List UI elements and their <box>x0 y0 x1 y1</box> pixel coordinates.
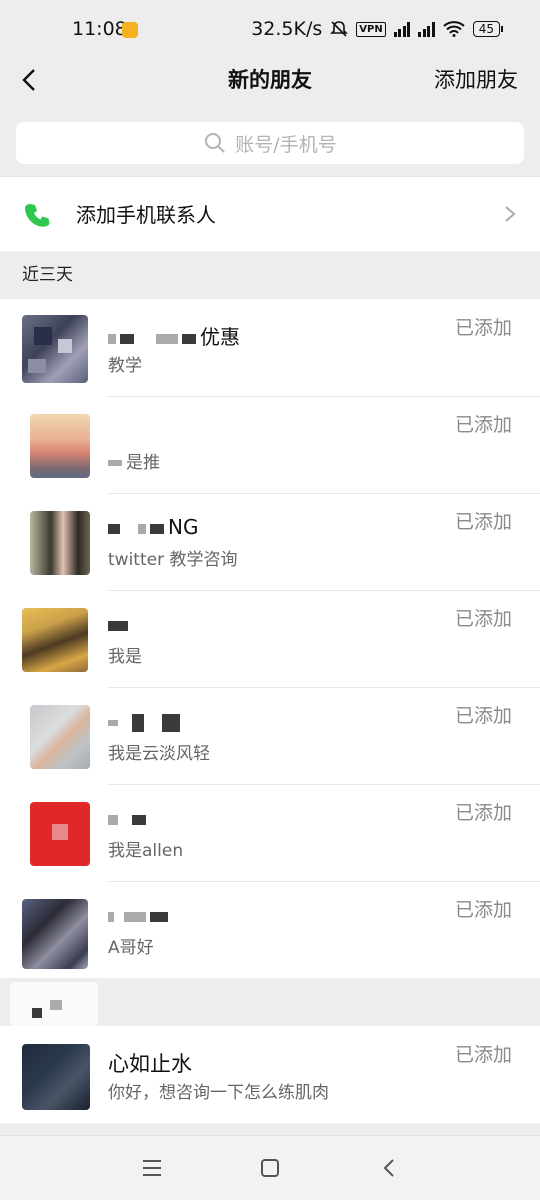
avatar <box>22 315 88 383</box>
phone-icon <box>25 204 50 227</box>
avatar <box>22 899 88 969</box>
added-status: 已添加 <box>454 899 512 921</box>
friend-name <box>108 612 132 636</box>
added-status: 已添加 <box>454 414 512 436</box>
status-icons: 32.5K/s VPN 45 <box>251 18 504 40</box>
friend-row[interactable]: 我是 已添加 <box>0 590 540 687</box>
search-icon <box>205 133 226 153</box>
added-status: 已添加 <box>454 1044 512 1066</box>
search-container: 账号/手机号 <box>0 102 540 176</box>
wifi-icon <box>443 21 465 37</box>
chevron-right-icon <box>505 206 516 222</box>
search-input[interactable]: 账号/手机号 <box>16 122 524 164</box>
menu-icon[interactable] <box>142 1158 162 1178</box>
notification-app-icon <box>122 22 138 38</box>
avatar <box>22 608 88 672</box>
vpn-badge: VPN <box>356 21 386 37</box>
signal-icon-2 <box>418 21 435 37</box>
added-status: 已添加 <box>454 511 512 533</box>
back-icon[interactable] <box>380 1158 400 1178</box>
friend-list: 优惠 教学 已添加 是推 已添加 NG twitter 教学咨询 已添加 我是 … <box>0 299 540 978</box>
status-time: 11:08 <box>72 18 127 40</box>
avatar <box>30 802 90 866</box>
friend-name: NG <box>108 515 198 539</box>
nav-bar: 新的朋友 添加朋友 <box>0 58 540 102</box>
add-friend-button[interactable]: 添加朋友 <box>434 64 518 94</box>
friend-row[interactable]: 是推 已添加 <box>0 396 540 493</box>
added-status: 已添加 <box>454 802 512 824</box>
friend-name: 心如止水 <box>108 1052 192 1076</box>
battery-icon: 45 <box>472 21 504 37</box>
avatar <box>22 1044 90 1110</box>
friend-list-earlier: 心如止水 你好，想咨询一下怎么练肌肉 已添加 <box>0 1026 540 1123</box>
avatar <box>30 705 90 769</box>
signal-icon-1 <box>393 21 411 37</box>
friend-name <box>108 903 172 927</box>
system-nav-bar <box>0 1135 540 1200</box>
friend-note: twitter 教学咨询 <box>108 550 238 570</box>
friend-note: 是推 <box>108 448 160 473</box>
mute-bell-icon <box>330 21 349 37</box>
home-icon[interactable] <box>260 1158 280 1178</box>
friend-row[interactable]: 我是云淡风轻 已添加 <box>0 687 540 784</box>
friend-row[interactable]: A哥好 已添加 <box>0 881 540 978</box>
avatar <box>30 414 90 478</box>
added-status: 已添加 <box>454 705 512 727</box>
avatar <box>30 511 90 575</box>
section-header-recent: 近三天 <box>22 265 73 285</box>
friend-row[interactable]: 我是allen 已添加 <box>0 784 540 881</box>
friend-note: 我是 <box>108 647 142 667</box>
added-status: 已添加 <box>454 317 512 339</box>
friend-row[interactable]: 优惠 教学 已添加 <box>0 299 540 396</box>
friend-row[interactable]: 心如止水 你好，想咨询一下怎么练肌肉 已添加 <box>0 1026 540 1123</box>
friend-name <box>108 806 150 830</box>
friend-note: 教学 <box>108 356 142 376</box>
friend-name: 优惠 <box>108 321 240 350</box>
section-header-earlier <box>0 978 540 1026</box>
friend-note: A哥好 <box>108 938 154 958</box>
added-status: 已添加 <box>454 608 512 630</box>
search-placeholder: 账号/手机号 <box>235 133 337 156</box>
friend-name <box>108 709 184 733</box>
friend-note: 我是云淡风轻 <box>108 744 210 764</box>
status-bar: 11:08 32.5K/s VPN 45 <box>0 0 540 58</box>
add-phone-contacts-row[interactable]: 添加手机联系人 <box>0 176 540 251</box>
friend-row[interactable]: NG twitter 教学咨询 已添加 <box>0 493 540 590</box>
add-phone-contacts-label: 添加手机联系人 <box>76 203 216 227</box>
friend-note: 你好，想咨询一下怎么练肌肉 <box>108 1083 329 1103</box>
network-speed: 32.5K/s <box>251 18 323 40</box>
friend-note: 我是allen <box>108 841 184 861</box>
redacted-label <box>10 982 98 1026</box>
